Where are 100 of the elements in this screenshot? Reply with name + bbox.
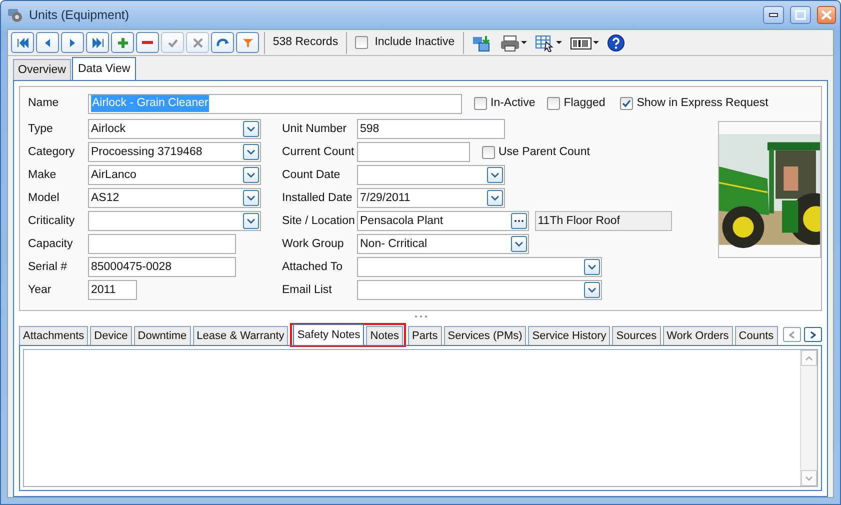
tab[interactable]: Attachments [19,326,88,345]
tab[interactable]: Service History [528,326,610,345]
maximize-icon [795,10,806,20]
redo-button[interactable] [211,32,234,53]
filter-button[interactable] [236,32,259,53]
dropdown-button[interactable] [243,144,259,160]
tab[interactable]: Safety Notes [293,324,364,346]
browse-button[interactable] [511,213,527,230]
dropdown-button[interactable] [487,190,503,206]
ellipsis-icon [514,219,524,224]
field-label: Model [28,190,60,206]
selected-text: Airlock - Grain Cleaner [91,94,210,112]
checkbox[interactable] [546,97,560,110]
field-value: 2011 [91,282,116,298]
dropdown-button[interactable] [243,167,259,184]
tab[interactable]: Lease & Warranty [192,326,288,345]
minimize-icon [769,13,778,17]
dropdown-field[interactable]: Non- Crritical [357,234,529,254]
dropdown-field[interactable] [357,257,602,278]
dropdown-button[interactable] [584,259,600,276]
field-value: Airlock [91,122,126,137]
vertical-scrollbar[interactable] [800,350,817,486]
caret-icon [592,41,599,44]
caret-icon [520,41,527,44]
caret-icon [556,41,562,44]
field-label: Installed Date [282,190,354,206]
checkbox-label: Flagged [564,96,606,111]
export-icon [472,34,492,52]
field-label: Site / Location [282,214,356,229]
field-label: Email List [282,282,333,298]
dropdown-field[interactable]: AS12 [88,188,261,208]
last-record-button[interactable] [86,32,109,53]
dropdown-button[interactable] [243,213,259,230]
text-field[interactable]: 85000475-0028 [88,257,236,278]
field-label: Make [28,168,58,183]
tab[interactable]: Counts [734,326,778,345]
tab[interactable]: Data View [72,57,136,81]
chevron-down-icon [805,476,813,480]
tab[interactable]: Work Orders [662,326,733,345]
dropdown-button[interactable] [243,190,259,206]
close-icon [821,10,832,20]
first-record-button[interactable] [11,32,34,53]
chevron-up-icon [805,356,813,360]
field-value: 11Th Floor Roof [538,214,620,229]
tab[interactable]: Overview [13,59,71,80]
next-button[interactable] [61,32,84,53]
close-button[interactable] [817,6,836,24]
dropdown-field[interactable] [357,165,505,186]
dropdown-field[interactable]: Airlock [88,119,261,140]
maximize-button[interactable] [790,6,811,24]
field-label: Type [28,122,54,137]
delete-icon [142,41,153,44]
printer-icon [500,34,520,52]
text-field[interactable]: 2011 [88,280,137,300]
minimize-button[interactable] [763,6,784,24]
field-value: Procoessing 3719468 [91,144,202,160]
checkbox[interactable] [620,97,633,110]
tab[interactable]: Sources [612,326,661,345]
dropdown-button[interactable] [243,121,259,138]
field-value: 85000475-0028 [91,260,172,275]
help-icon [606,34,625,52]
field-label: Criticality [28,214,76,229]
field-label: Attached To [282,260,344,275]
delete-button[interactable] [136,32,159,53]
dropdown-button[interactable] [584,282,600,298]
dropdown-field[interactable] [357,280,602,300]
text-field[interactable] [88,234,236,254]
next-icon [70,38,75,46]
dropdown-field[interactable] [88,211,261,232]
grid-select-icon [534,34,555,52]
dropdown-field[interactable]: Procoessing 3719468 [88,142,261,162]
field-label: Count Date [282,168,342,183]
field-value: Pensacola Plant [360,214,444,229]
dropdown-field[interactable]: 7/29/2011 [357,188,505,208]
field-label: Category [28,144,76,160]
dropdown-button[interactable] [511,236,527,252]
checkbox[interactable] [474,97,486,110]
field-label: Name [28,96,60,111]
tab[interactable]: Notes [366,326,404,345]
tab[interactable]: Parts [408,326,442,345]
field-label: Work Group [282,236,345,252]
lookup-field[interactable]: Pensacola Plant [357,211,529,232]
chevron-right-icon [809,330,817,339]
text-field[interactable] [357,142,470,162]
dropdown-field[interactable]: AirLanco [88,165,261,186]
tab[interactable]: Device [90,326,132,345]
previous-button[interactable] [36,32,59,53]
checkbox[interactable] [482,146,494,159]
chevron-left-icon [788,330,796,339]
scroll-right-button[interactable] [804,327,822,342]
tab[interactable]: Services (PMs) [444,326,526,345]
field-value: AirLanco [91,168,136,183]
tab[interactable]: Downtime [134,326,191,345]
splitter-handle-icon[interactable] [414,314,428,318]
dropdown-button[interactable] [487,167,503,184]
checkbox-label: Show in Express Request [636,96,768,111]
field-value: AS12 [91,190,120,206]
text-field[interactable]: 598 [357,119,505,140]
add-button[interactable] [111,32,134,53]
app-icon [7,7,23,23]
